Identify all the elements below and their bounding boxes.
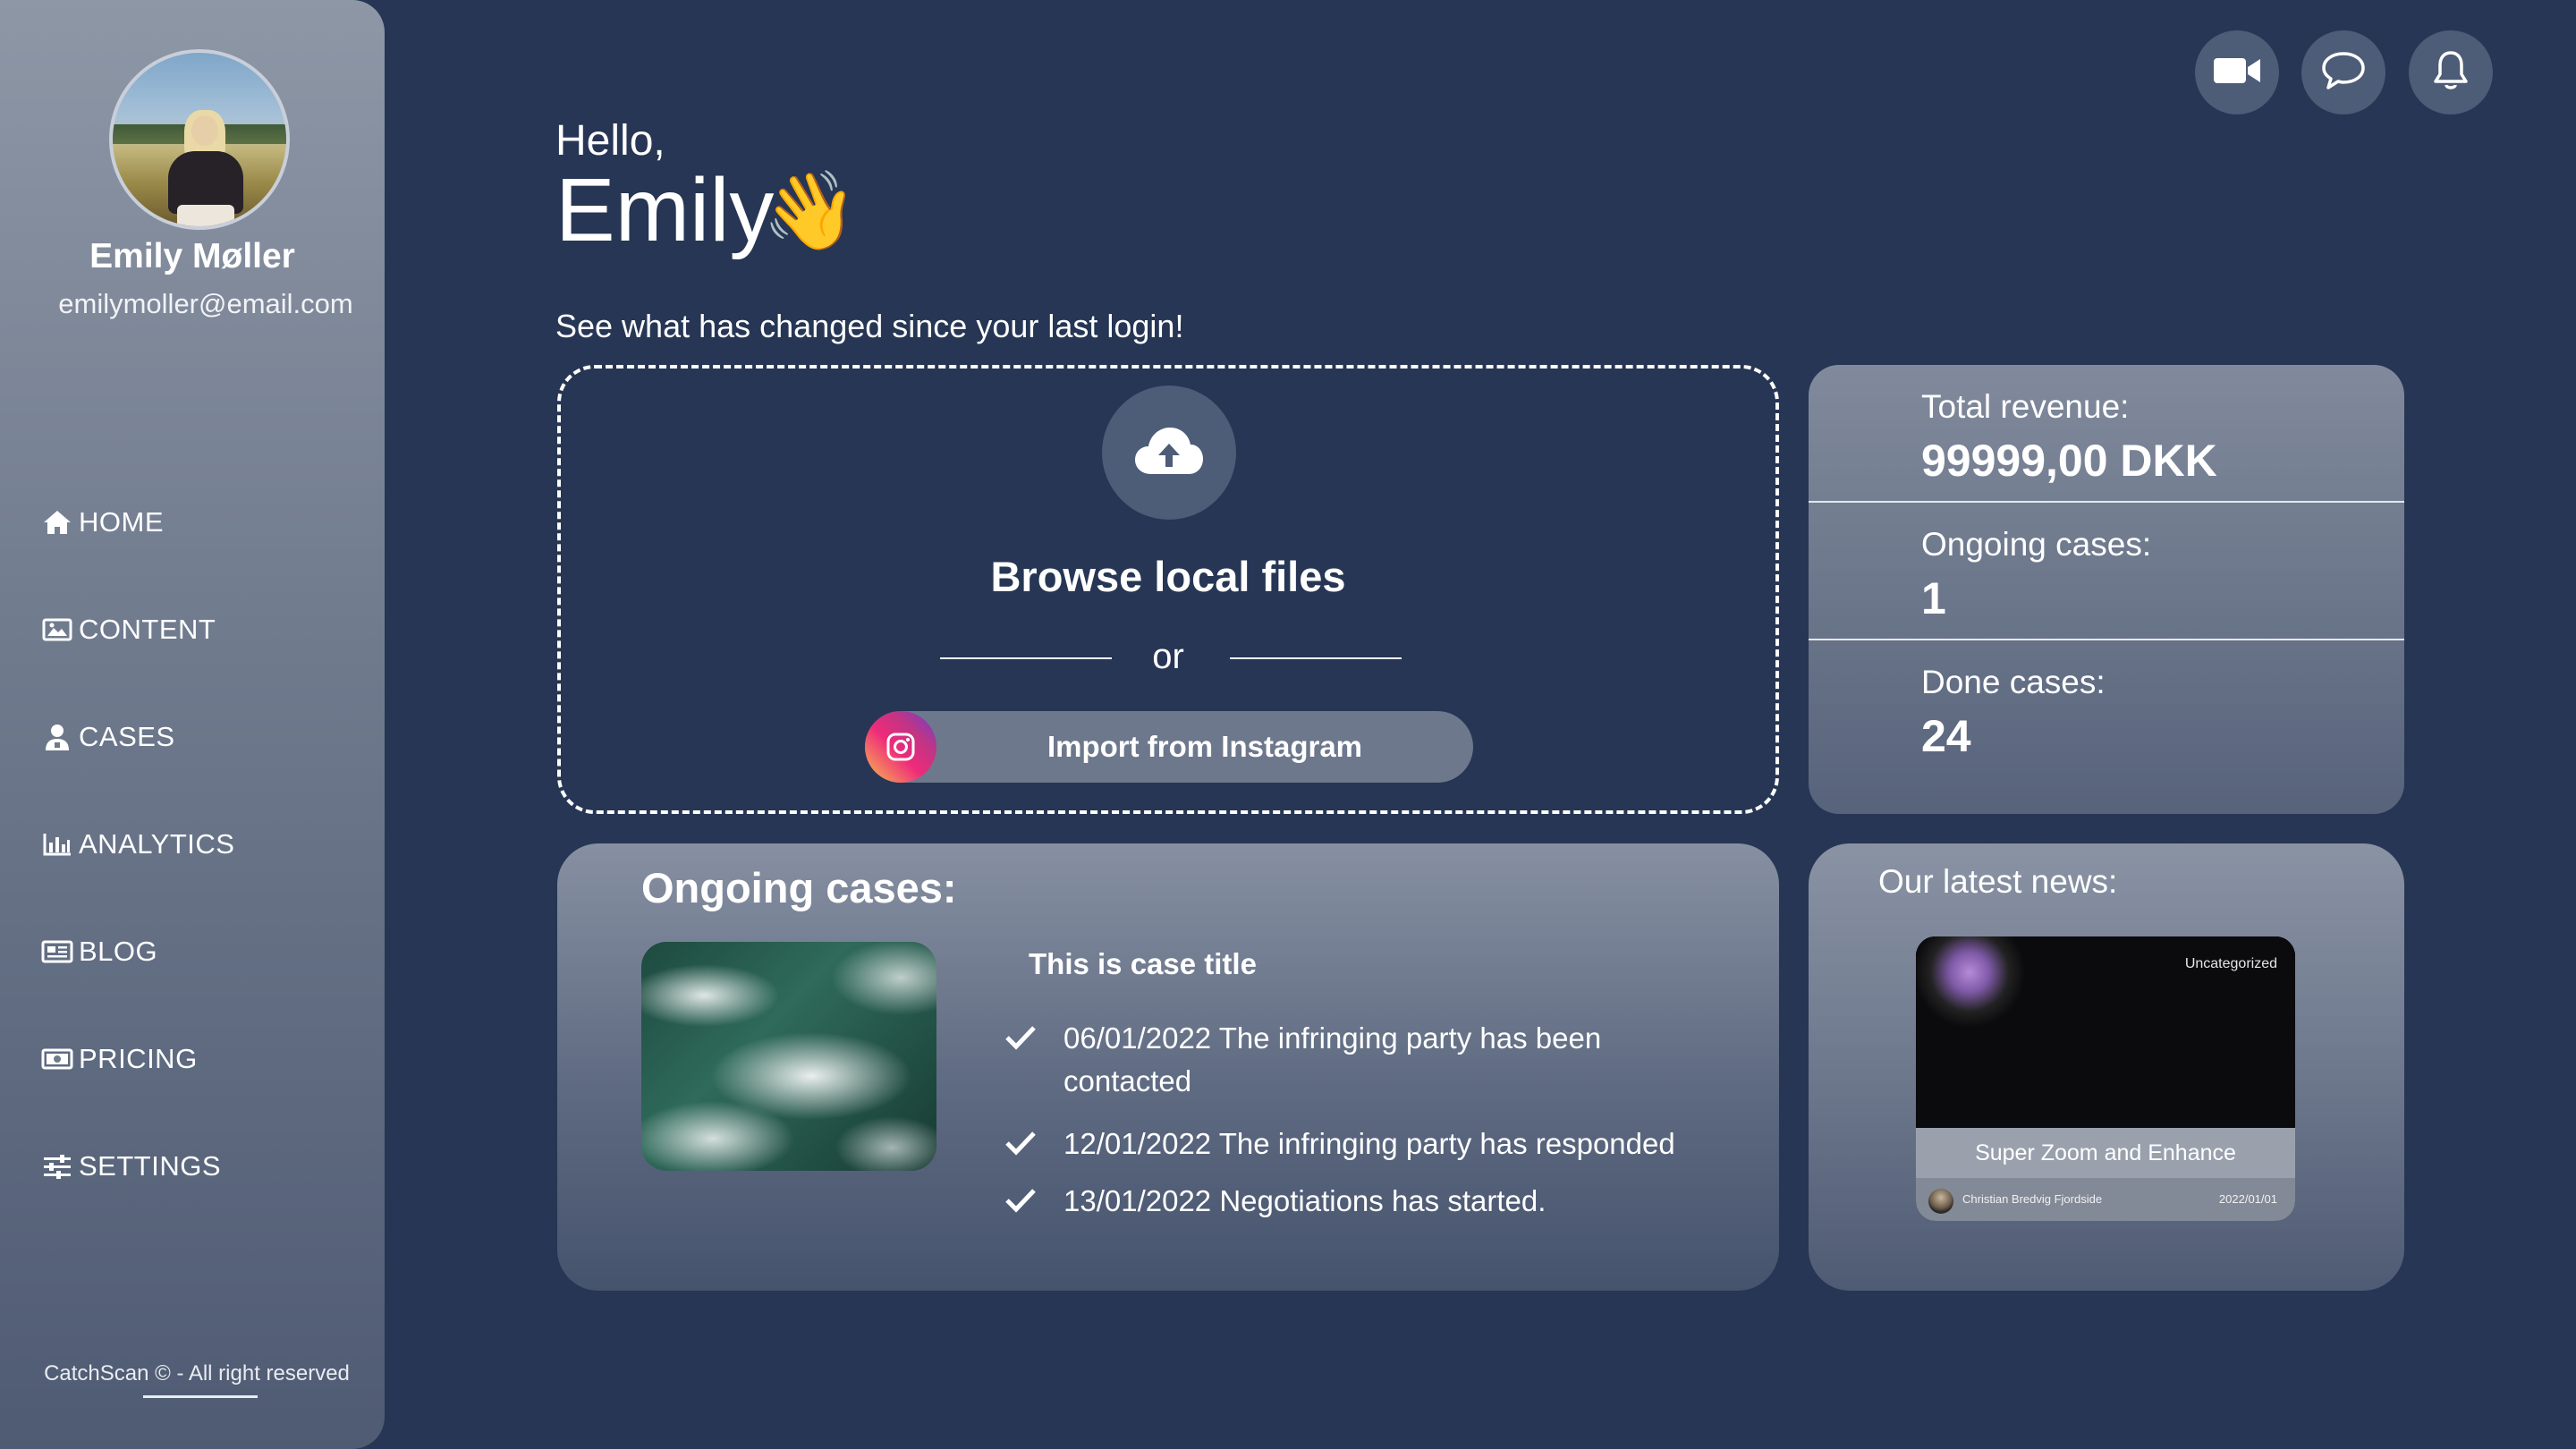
home-icon — [41, 506, 73, 538]
stat-value: 99999,00 DKK — [1921, 436, 2217, 486]
sidebar-item-label: BLOG — [79, 936, 158, 967]
news-heading: Our latest news: — [1878, 863, 2118, 900]
check-icon — [1004, 1130, 1037, 1162]
newspaper-icon — [41, 936, 73, 968]
import-instagram-button[interactable]: Import from Instagram — [865, 711, 1473, 783]
sidebar-item-label: CONTENT — [79, 614, 216, 645]
sidebar-item-content[interactable]: CONTENT — [41, 610, 234, 649]
avatar-skirt — [177, 205, 234, 226]
sidebar-item-cases[interactable]: CASES — [41, 717, 234, 757]
news-category-tag: Uncategorized — [2184, 956, 2277, 971]
news-date: 2022/01/01 — [2218, 1192, 2277, 1206]
news-meta: Christian Bredvig Fjordside 2022/01/01 — [1916, 1178, 2295, 1221]
author-avatar — [1928, 1189, 1953, 1214]
image-icon — [41, 614, 73, 646]
sidebar-item-blog[interactable]: BLOG — [41, 932, 234, 971]
sidebar-item-label: SETTINGS — [79, 1150, 222, 1182]
browse-files-link[interactable]: Browse local files — [561, 552, 1775, 601]
divider-right — [1230, 657, 1402, 659]
stat-value: 1 — [1921, 573, 1946, 623]
footer-text: CatchScan © - All right reserved — [44, 1361, 350, 1385]
sliders-icon — [41, 1150, 73, 1182]
user-icon — [41, 721, 73, 753]
video-camera-icon — [2212, 55, 2262, 91]
chat-icon — [2320, 50, 2367, 96]
stat-label: Ongoing cases: — [1921, 526, 2152, 563]
sidebar-item-analytics[interactable]: ANALYTICS — [41, 825, 234, 864]
sidebar-item-label: PRICING — [79, 1043, 198, 1074]
stats-card: Total revenue: 99999,00 DKK Ongoing case… — [1809, 365, 2404, 814]
video-call-button[interactable] — [2195, 30, 2279, 114]
stat-done-cases: Done cases: 24 — [1809, 640, 2404, 778]
case-thumbnail[interactable] — [641, 942, 936, 1171]
import-instagram-label: Import from Instagram — [1046, 730, 1363, 763]
sidebar-nav: HOME CONTENT CASES ANALYTICS BLOG PRICIN… — [41, 503, 234, 1254]
money-icon — [41, 1043, 73, 1075]
stat-label: Done cases: — [1921, 664, 2106, 700]
notifications-button[interactable] — [2409, 30, 2493, 114]
cloud-upload-icon — [1131, 424, 1207, 482]
upload-dropzone[interactable]: Browse local files or Import from Instag… — [557, 365, 1779, 814]
ongoing-cases-card[interactable]: Ongoing cases: This is case title 06/01/… — [557, 843, 1779, 1291]
profile-name: Emily Møller — [89, 237, 295, 275]
sidebar-item-home[interactable]: HOME — [41, 503, 234, 542]
sidebar: Emily Møller emilymoller@email.com HOME … — [0, 0, 385, 1449]
stat-total-revenue: Total revenue: 99999,00 DKK — [1809, 365, 2404, 503]
upload-button[interactable] — [1102, 386, 1236, 520]
case-title[interactable]: This is case title — [1029, 947, 1257, 981]
sidebar-item-label: ANALYTICS — [79, 828, 235, 860]
chat-button[interactable] — [2301, 30, 2385, 114]
case-event-text: 13/01/2022 Negotiations has started. — [1063, 1184, 1546, 1217]
profile-email: emilymoller@email.com — [58, 288, 353, 319]
case-event: 06/01/2022 The infringing party has been… — [1004, 1021, 1684, 1112]
instagram-icon — [865, 711, 936, 783]
bell-icon — [2431, 49, 2470, 97]
or-separator: or — [1152, 637, 1184, 676]
latest-news-card: Our latest news: Uncategorized Super Zoo… — [1809, 843, 2404, 1291]
bar-chart-icon — [41, 828, 73, 860]
cases-heading: Ongoing cases: — [641, 864, 957, 911]
stat-ongoing-cases: Ongoing cases: 1 — [1809, 503, 2404, 640]
news-article-card[interactable]: Uncategorized Super Zoom and Enhance Chr… — [1916, 936, 2295, 1221]
news-headline: Super Zoom and Enhance — [1916, 1128, 2295, 1178]
sidebar-item-label: HOME — [79, 506, 164, 538]
sidebar-item-label: CASES — [79, 721, 175, 752]
waving-hand-icon: 👋 — [762, 168, 859, 254]
greeting-subtitle: See what has changed since your last log… — [555, 308, 1184, 344]
case-event-text: 12/01/2022 The infringing party has resp… — [1063, 1127, 1675, 1160]
check-icon — [1004, 1024, 1037, 1056]
greeting-name: Emily — [555, 160, 775, 260]
greeting-hello: Hello, — [555, 117, 665, 165]
sidebar-item-pricing[interactable]: PRICING — [41, 1039, 234, 1079]
stat-value: 24 — [1921, 711, 1971, 761]
sidebar-item-settings[interactable]: SETTINGS — [41, 1147, 234, 1186]
case-event: 12/01/2022 The infringing party has resp… — [1004, 1127, 1684, 1171]
stat-label: Total revenue: — [1921, 388, 2130, 425]
avatar-face — [191, 115, 218, 146]
check-icon — [1004, 1187, 1037, 1219]
news-author: Christian Bredvig Fjordside — [1962, 1192, 2103, 1206]
footer-underline — [143, 1395, 258, 1398]
case-event-text: 06/01/2022 The infringing party has been… — [1063, 1021, 1602, 1097]
case-event: 13/01/2022 Negotiations has started. — [1004, 1184, 1684, 1228]
avatar[interactable] — [109, 49, 290, 230]
